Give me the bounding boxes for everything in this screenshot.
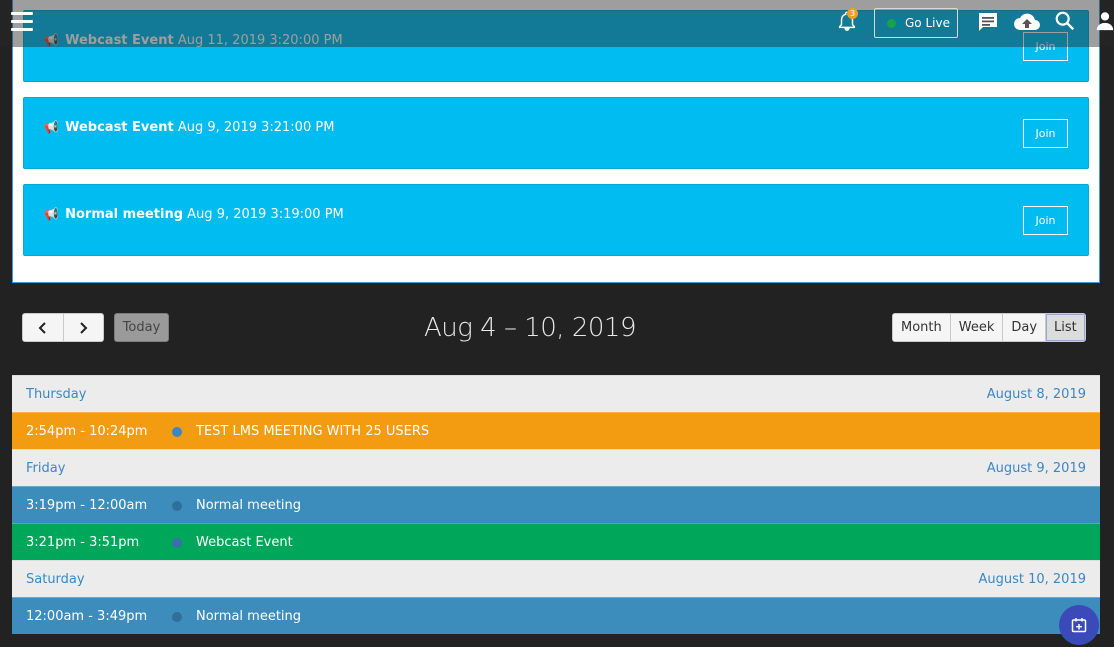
chevron-right-icon	[80, 321, 88, 334]
prev-button[interactable]	[23, 314, 63, 341]
today-button[interactable]: Today	[114, 313, 169, 342]
add-event-fab[interactable]	[1059, 605, 1099, 645]
event-title: Webcast Event	[65, 120, 174, 135]
day-date[interactable]: August 10, 2019	[978, 572, 1086, 587]
day-name[interactable]: Friday	[26, 461, 65, 476]
megaphone-icon: 📢	[44, 207, 59, 221]
day-name[interactable]: Thursday	[26, 387, 86, 402]
cloud-upload-icon[interactable]	[1013, 10, 1041, 38]
event-info: 📢 Normal meeting Aug 9, 2019 3:19:00 PM	[44, 207, 344, 222]
calendar-add-icon	[1071, 618, 1087, 633]
next-button[interactable]	[62, 314, 104, 341]
day-header: Thursday August 8, 2019	[12, 375, 1100, 412]
event-card: 📢 Normal meeting Aug 9, 2019 3:19:00 PM …	[23, 184, 1089, 256]
chevron-left-icon	[38, 321, 46, 334]
join-button[interactable]: Join	[1023, 206, 1068, 235]
event-title: Normal meeting	[65, 207, 184, 222]
view-switcher: Month Week Day List	[892, 313, 1086, 342]
day-header: Saturday August 10, 2019	[12, 560, 1100, 597]
go-live-button[interactable]: Go Live	[874, 8, 958, 38]
live-status-dot	[887, 19, 896, 28]
join-button[interactable]: Join	[1023, 119, 1068, 148]
list-event-row[interactable]: 12:00am - 3:49pm Normal meeting	[12, 597, 1100, 634]
event-time: 3:21pm - 3:51pm	[26, 535, 140, 550]
day-header: Friday August 9, 2019	[12, 449, 1100, 486]
event-datetime: Aug 9, 2019 3:21:00 PM	[177, 120, 335, 135]
event-time: 2:54pm - 10:24pm	[26, 424, 148, 439]
event-title: Webcast Event	[196, 535, 293, 550]
day-date[interactable]: August 9, 2019	[987, 461, 1086, 476]
view-month-button[interactable]: Month	[893, 314, 950, 341]
list-event-row[interactable]: 3:19pm - 12:00am Normal meeting	[12, 486, 1100, 523]
event-title: Normal meeting	[196, 498, 302, 513]
chat-icon[interactable]	[976, 10, 1000, 38]
menu-icon[interactable]	[11, 12, 33, 32]
go-live-label: Go Live	[905, 16, 950, 30]
day-name[interactable]: Saturday	[26, 572, 85, 587]
event-dot	[172, 501, 182, 511]
search-icon[interactable]	[1054, 10, 1076, 36]
view-week-button[interactable]: Week	[949, 314, 1003, 341]
list-event-row[interactable]: 3:21pm - 3:51pm Webcast Event	[12, 523, 1100, 560]
event-dot	[172, 538, 182, 548]
user-icon[interactable]	[1094, 10, 1114, 36]
list-event-row[interactable]: 2:54pm - 10:24pm TEST LMS MEETING WITH 2…	[12, 412, 1100, 449]
event-card: 📢 Webcast Event Aug 9, 2019 3:21:00 PM J…	[23, 97, 1089, 169]
event-time: 12:00am - 3:49pm	[26, 609, 148, 624]
event-datetime: Aug 9, 2019 3:19:00 PM	[187, 207, 344, 222]
prev-next-group	[22, 313, 104, 342]
event-time: 3:19pm - 12:00am	[26, 498, 148, 513]
event-title: TEST LMS MEETING WITH 25 USERS	[196, 424, 430, 439]
event-title: Normal meeting	[196, 609, 302, 624]
event-info: 📢 Webcast Event Aug 9, 2019 3:21:00 PM	[44, 120, 334, 135]
megaphone-icon: 📢	[44, 120, 59, 134]
event-dot	[172, 612, 182, 622]
date-range-title: Aug 4 – 10, 2019	[424, 313, 636, 343]
view-day-button[interactable]: Day	[1002, 314, 1046, 341]
view-list-button[interactable]: List	[1045, 314, 1085, 341]
event-dot	[172, 427, 182, 437]
notification-badge: 3	[847, 8, 858, 19]
top-bar: 3 Go Live	[0, 0, 1114, 47]
calendar-list: Thursday August 8, 2019 2:54pm - 10:24pm…	[12, 375, 1100, 634]
day-date[interactable]: August 8, 2019	[987, 387, 1086, 402]
